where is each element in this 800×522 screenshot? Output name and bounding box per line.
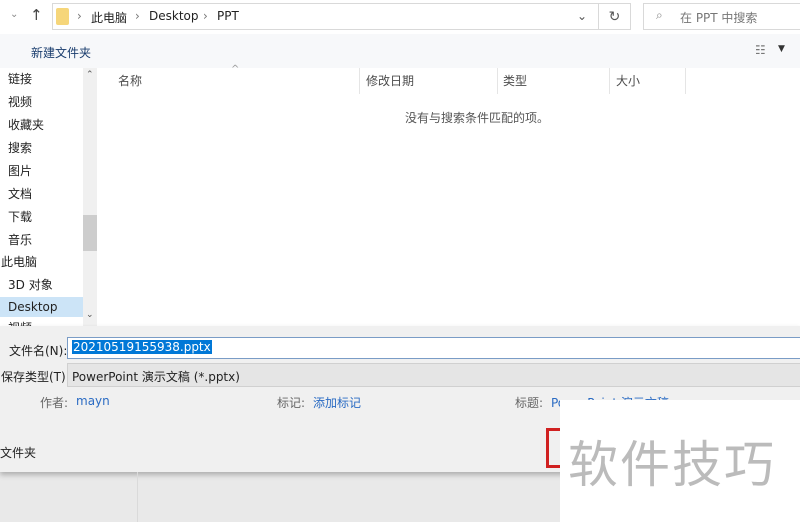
address-bar[interactable]: › 此电脑 › Desktop › PPT ⌄ — [52, 3, 599, 30]
filetype-label: 保存类型(T): — [1, 370, 70, 384]
search-input[interactable]: ⌕ 在 PPT 中搜索 — [643, 3, 800, 30]
sidebar-item-searches[interactable]: 搜索 — [8, 138, 32, 158]
toolbar: 新建文件夹 ☷ ▼ — [0, 34, 800, 68]
view-options-icon[interactable]: ☷ — [755, 43, 766, 57]
title-label: 标题: — [515, 396, 544, 410]
breadcrumb-separator: › — [135, 9, 140, 23]
sort-ascending-icon: ^ — [231, 64, 240, 75]
sidebar-item-this-pc[interactable]: 此电脑 — [1, 252, 37, 272]
tags-label: 标记: — [277, 396, 306, 410]
refresh-icon: ↻ — [608, 8, 621, 25]
scroll-down-icon[interactable]: ⌄ — [86, 310, 94, 320]
address-history-chevron-icon[interactable]: ⌄ — [577, 9, 587, 23]
search-placeholder: 在 PPT 中搜索 — [680, 11, 758, 25]
breadcrumb-separator: › — [77, 9, 82, 23]
folder-icon — [56, 8, 69, 25]
filetype-select[interactable]: PowerPoint 演示文稿 (*.pptx) — [67, 363, 800, 387]
search-icon: ⌕ — [656, 8, 663, 22]
scroll-up-icon[interactable]: ⌃ — [86, 70, 94, 80]
sidebar-item-links[interactable]: 链接 — [8, 69, 32, 89]
breadcrumb-desktop[interactable]: Desktop — [149, 9, 199, 23]
add-tags-link[interactable]: 添加标记 — [313, 394, 361, 411]
new-folder-button[interactable]: 新建文件夹 — [31, 44, 91, 61]
hide-folders-button[interactable]: 文件夹 — [0, 444, 36, 461]
file-list: ^ 名称 修改日期 类型 大小 没有与搜索条件匹配的项。 — [97, 64, 800, 326]
column-header-type[interactable]: 类型 — [503, 72, 527, 89]
column-header-date-modified[interactable]: 修改日期 — [366, 72, 414, 89]
breadcrumb-this-pc[interactable]: 此电脑 — [91, 9, 127, 26]
filename-input[interactable]: 20210519155938.pptx — [67, 337, 800, 359]
column-header-name[interactable]: 名称 — [118, 72, 142, 89]
sidebar-scrollbar[interactable]: ⌃ ⌄ — [83, 68, 97, 326]
column-header-size[interactable]: 大小 — [616, 72, 640, 89]
sidebar-item-downloads[interactable]: 下载 — [8, 207, 32, 227]
up-arrow-icon[interactable]: ↑ — [30, 6, 43, 24]
recent-locations-chevron-icon[interactable]: ⌄ — [10, 9, 18, 20]
watermark-text: 软件技巧 — [568, 436, 776, 494]
sidebar-item-3d-objects[interactable]: 3D 对象 — [8, 275, 53, 295]
sidebar-item-documents[interactable]: 文档 — [8, 184, 32, 204]
author-label: 作者: — [40, 396, 69, 410]
breadcrumb-separator: › — [203, 9, 208, 23]
filename-label: 文件名(N): — [9, 344, 68, 358]
view-dropdown-icon[interactable]: ▼ — [778, 44, 785, 54]
filename-value: 20210519155938.pptx — [72, 340, 212, 354]
author-value[interactable]: mayn — [76, 394, 110, 408]
sidebar-item-videos[interactable]: 视频 — [8, 92, 32, 112]
breadcrumb-ppt[interactable]: PPT — [217, 9, 239, 23]
divider — [137, 472, 138, 522]
sidebar-item-videos-2[interactable]: 视频 — [8, 318, 32, 326]
sidebar-item-music[interactable]: 音乐 — [8, 230, 32, 250]
sidebar-item-pictures[interactable]: 图片 — [8, 161, 32, 181]
sidebar-item-favorites[interactable]: 收藏夹 — [8, 115, 44, 135]
empty-message: 没有与搜索条件匹配的项。 — [405, 111, 550, 125]
filetype-value: PowerPoint 演示文稿 (*.pptx) — [72, 370, 240, 384]
refresh-button[interactable]: ↻ — [598, 3, 631, 30]
scrollbar-thumb[interactable] — [83, 215, 97, 251]
sidebar-item-desktop[interactable]: Desktop — [0, 297, 83, 317]
